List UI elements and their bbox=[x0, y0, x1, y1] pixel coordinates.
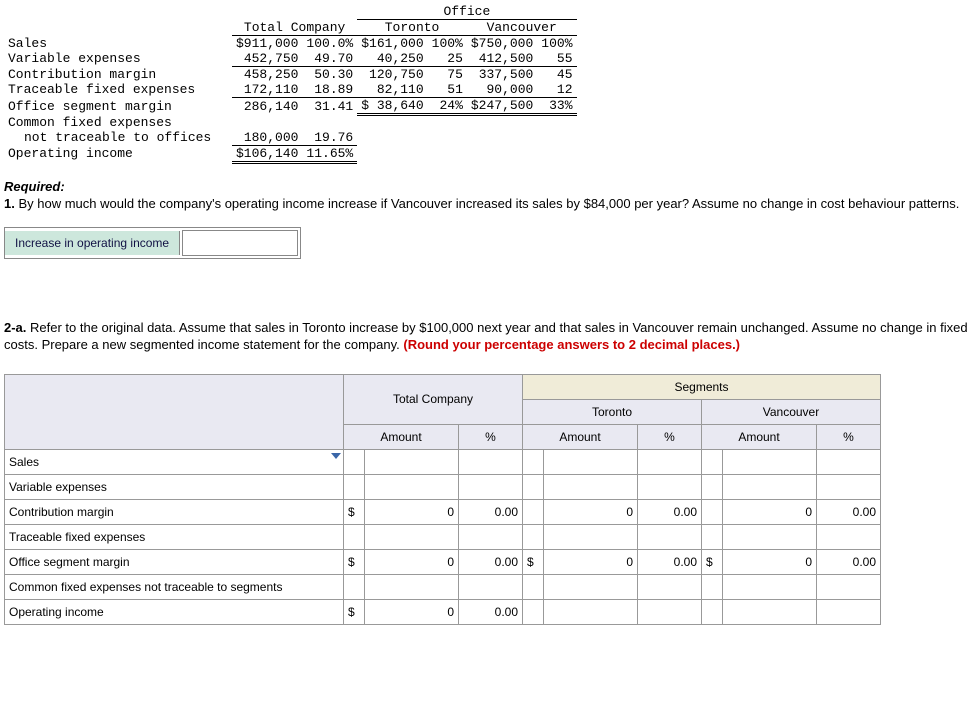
row2-varexp: Variable expenses bbox=[5, 474, 881, 499]
question-1: Required: 1. By how much would the compa… bbox=[4, 178, 970, 259]
tfe-tor-pct[interactable] bbox=[642, 528, 701, 546]
answer-box-q1: Increase in operating income bbox=[4, 227, 301, 259]
tfe-tc-input[interactable] bbox=[369, 528, 458, 546]
tfe-van-input[interactable] bbox=[727, 528, 816, 546]
row2-osm: Office segment margin $00.00 $00.00 $00.… bbox=[5, 549, 881, 574]
row-cm: Contribution margin 458,25050.30 120,750… bbox=[4, 67, 577, 83]
row2-cm: Contribution margin $00.00 00.00 00.00 bbox=[5, 499, 881, 524]
sub-pct-1: % bbox=[459, 424, 523, 449]
sub-amount-2: Amount bbox=[523, 424, 638, 449]
sales-tor-input[interactable] bbox=[548, 453, 637, 471]
sub-amount-1: Amount bbox=[344, 424, 459, 449]
tfe-van-pct[interactable] bbox=[821, 528, 880, 546]
row-osm: Office segment margin 286,14031.41 $ 38,… bbox=[4, 98, 577, 115]
row-oi: Operating income $106,14011.65% bbox=[4, 145, 577, 162]
ve-tor-pct[interactable] bbox=[642, 478, 701, 496]
row2-sales: Sales bbox=[5, 449, 881, 474]
cfe-tc-input[interactable] bbox=[369, 578, 458, 596]
sales-tor-pct[interactable] bbox=[642, 453, 701, 471]
sub-pct-3: % bbox=[817, 424, 881, 449]
row2-tfe: Traceable fixed expenses bbox=[5, 524, 881, 549]
tfe-tor-input[interactable] bbox=[548, 528, 637, 546]
sub-amount-3: Amount bbox=[702, 424, 817, 449]
dropdown-icon[interactable] bbox=[331, 453, 341, 459]
increase-operating-income-input[interactable] bbox=[182, 230, 298, 256]
col-total: Total Company bbox=[244, 20, 345, 35]
row-varexp: Variable expenses 452,75049.70 40,25025 … bbox=[4, 51, 577, 67]
sub-pct-2: % bbox=[638, 424, 702, 449]
q1-num: 1. bbox=[4, 196, 15, 211]
row-cfe-1: Common fixed expenses bbox=[4, 115, 577, 130]
ve-tc-input[interactable] bbox=[369, 478, 458, 496]
required-label: Required: bbox=[4, 179, 65, 194]
sales-van-pct[interactable] bbox=[821, 453, 880, 471]
row2-oi: Operating income $00.00 bbox=[5, 599, 881, 624]
hdr-segments: Segments bbox=[523, 374, 881, 399]
col-vancouver: Vancouver bbox=[487, 20, 557, 35]
ve-tc-pct[interactable] bbox=[463, 478, 522, 496]
ve-van-input[interactable] bbox=[727, 478, 816, 496]
row-tfe: Traceable fixed expenses 172,11018.89 82… bbox=[4, 82, 577, 98]
office-header: Office bbox=[443, 4, 490, 19]
q2-red: (Round your percentage answers to 2 deci… bbox=[400, 337, 740, 352]
tfe-tc-pct[interactable] bbox=[463, 528, 522, 546]
segmented-income-table: Total Company Segments Toronto Vancouver… bbox=[4, 374, 970, 625]
cfe-tc-pct[interactable] bbox=[463, 578, 522, 596]
hdr-vancouver: Vancouver bbox=[702, 399, 881, 424]
ve-tor-input[interactable] bbox=[548, 478, 637, 496]
given-segment-table: Office Total Company Toronto Vancouver S… bbox=[4, 4, 970, 164]
sales-tc-pct[interactable] bbox=[463, 453, 522, 471]
sales-tc-input[interactable] bbox=[369, 453, 458, 471]
sales-van-input[interactable] bbox=[727, 453, 816, 471]
row-cfe-2: not traceable to offices 180,00019.76 bbox=[4, 130, 577, 146]
ve-van-pct[interactable] bbox=[821, 478, 880, 496]
answer-label: Increase in operating income bbox=[5, 231, 180, 255]
question-2a: 2-a. Refer to the original data. Assume … bbox=[4, 319, 970, 354]
hdr-total-company: Total Company bbox=[344, 374, 523, 424]
col-toronto: Toronto bbox=[385, 20, 440, 35]
row-sales: Sales $911,000100.0% $161,000100% $750,0… bbox=[4, 36, 577, 52]
q1-text: By how much would the company's operatin… bbox=[15, 196, 960, 211]
hdr-toronto: Toronto bbox=[523, 399, 702, 424]
row2-cfe: Common fixed expenses not traceable to s… bbox=[5, 574, 881, 599]
q2-num: 2-a. bbox=[4, 320, 26, 335]
